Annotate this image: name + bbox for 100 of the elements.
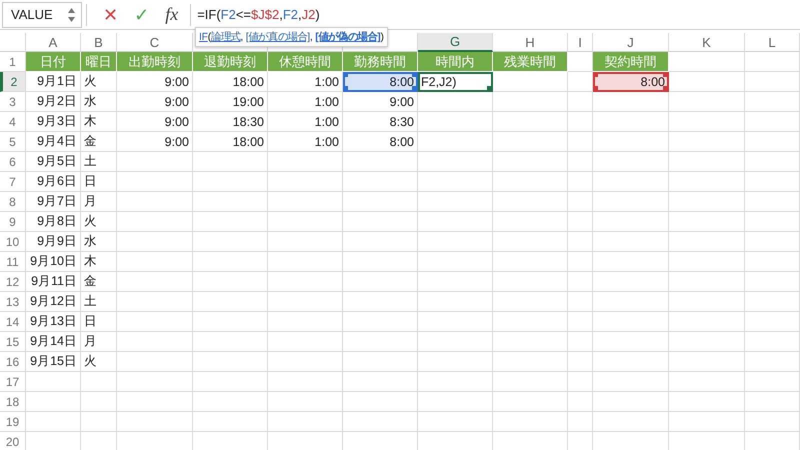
empty-cell[interactable] bbox=[418, 192, 493, 212]
empty-cell[interactable] bbox=[745, 252, 800, 272]
empty-cell[interactable] bbox=[81, 372, 117, 392]
empty-cell[interactable] bbox=[669, 312, 745, 332]
table-cell[interactable]: 9月13日 bbox=[26, 312, 81, 332]
empty-cell[interactable] bbox=[593, 132, 669, 152]
row-header[interactable]: 14 bbox=[0, 312, 26, 332]
empty-cell[interactable] bbox=[26, 372, 81, 392]
table-cell[interactable]: 1:00 bbox=[268, 112, 343, 132]
column-header[interactable]: G bbox=[418, 33, 493, 52]
empty-cell[interactable] bbox=[117, 372, 193, 392]
table-cell[interactable]: F2,J2) bbox=[418, 72, 493, 92]
table-cell[interactable]: 9月8日 bbox=[26, 212, 81, 232]
empty-cell[interactable] bbox=[745, 212, 800, 232]
empty-cell[interactable] bbox=[81, 412, 117, 432]
empty-cell[interactable] bbox=[745, 232, 800, 252]
table-cell[interactable]: 木 bbox=[81, 112, 117, 132]
empty-cell[interactable] bbox=[117, 232, 193, 252]
empty-cell[interactable] bbox=[193, 272, 268, 292]
empty-cell[interactable] bbox=[593, 312, 669, 332]
table-cell[interactable]: 9月4日 bbox=[26, 132, 81, 152]
empty-cell[interactable] bbox=[343, 312, 418, 332]
empty-cell[interactable] bbox=[745, 132, 800, 152]
empty-cell[interactable] bbox=[117, 252, 193, 272]
row-header[interactable]: 9 bbox=[0, 212, 26, 232]
table-cell[interactable]: 8:30 bbox=[343, 112, 418, 132]
row-header[interactable]: 11 bbox=[0, 252, 26, 272]
empty-cell[interactable] bbox=[268, 232, 343, 252]
empty-cell[interactable] bbox=[669, 272, 745, 292]
column-header[interactable]: K bbox=[669, 33, 745, 52]
empty-cell[interactable] bbox=[669, 132, 745, 152]
empty-cell[interactable] bbox=[669, 212, 745, 232]
empty-cell[interactable] bbox=[593, 372, 669, 392]
empty-cell[interactable] bbox=[493, 252, 568, 272]
empty-cell[interactable] bbox=[343, 412, 418, 432]
empty-cell[interactable] bbox=[418, 252, 493, 272]
empty-cell[interactable] bbox=[568, 312, 593, 332]
table-cell[interactable]: 9月14日 bbox=[26, 332, 81, 352]
empty-cell[interactable] bbox=[343, 352, 418, 372]
empty-cell[interactable] bbox=[493, 232, 568, 252]
empty-cell[interactable] bbox=[81, 392, 117, 412]
empty-cell[interactable] bbox=[669, 332, 745, 352]
empty-cell[interactable] bbox=[268, 392, 343, 412]
empty-cell[interactable] bbox=[193, 192, 268, 212]
empty-cell[interactable] bbox=[418, 152, 493, 172]
column-header[interactable]: A bbox=[26, 33, 81, 52]
empty-cell[interactable] bbox=[745, 152, 800, 172]
empty-cell[interactable] bbox=[343, 152, 418, 172]
column-header[interactable]: B bbox=[81, 33, 117, 52]
empty-cell[interactable] bbox=[493, 392, 568, 412]
empty-cell[interactable] bbox=[493, 92, 568, 112]
empty-cell[interactable] bbox=[117, 212, 193, 232]
empty-cell[interactable] bbox=[117, 272, 193, 292]
stepper-icon[interactable] bbox=[68, 8, 75, 22]
empty-cell[interactable] bbox=[26, 412, 81, 432]
table-cell[interactable]: 9月1日 bbox=[26, 72, 81, 92]
empty-cell[interactable] bbox=[268, 152, 343, 172]
empty-cell[interactable] bbox=[593, 252, 669, 272]
table-cell[interactable]: 月 bbox=[81, 192, 117, 212]
row-header[interactable]: 19 bbox=[0, 412, 26, 432]
table-cell[interactable]: 9月11日 bbox=[26, 272, 81, 292]
empty-cell[interactable] bbox=[669, 352, 745, 372]
table-cell[interactable]: 9月15日 bbox=[26, 352, 81, 372]
empty-cell[interactable] bbox=[593, 332, 669, 352]
empty-cell[interactable] bbox=[193, 392, 268, 412]
empty-cell[interactable] bbox=[493, 132, 568, 152]
empty-cell[interactable] bbox=[493, 352, 568, 372]
formula-input[interactable]: =IF(F2<=$J$2,F2,J2) bbox=[197, 7, 320, 22]
table-cell[interactable]: 18:00 bbox=[193, 132, 268, 152]
empty-cell[interactable] bbox=[117, 392, 193, 412]
empty-cell[interactable] bbox=[493, 412, 568, 432]
empty-cell[interactable] bbox=[593, 232, 669, 252]
empty-cell[interactable] bbox=[268, 272, 343, 292]
empty-cell[interactable] bbox=[593, 212, 669, 232]
empty-cell[interactable] bbox=[117, 172, 193, 192]
empty-cell[interactable] bbox=[593, 192, 669, 212]
table-cell[interactable]: 日 bbox=[81, 312, 117, 332]
table-cell[interactable]: 9月10日 bbox=[26, 252, 81, 272]
empty-cell[interactable] bbox=[745, 172, 800, 192]
table-cell[interactable]: 9:00 bbox=[117, 112, 193, 132]
row-header[interactable]: 12 bbox=[0, 272, 26, 292]
empty-cell[interactable] bbox=[745, 312, 800, 332]
empty-cell[interactable] bbox=[193, 252, 268, 272]
empty-cell[interactable] bbox=[568, 232, 593, 252]
empty-cell[interactable] bbox=[745, 192, 800, 212]
row-header[interactable]: 13 bbox=[0, 292, 26, 312]
empty-cell[interactable] bbox=[117, 292, 193, 312]
table-cell[interactable]: 9月2日 bbox=[26, 92, 81, 112]
empty-cell[interactable] bbox=[343, 392, 418, 412]
empty-cell[interactable] bbox=[568, 132, 593, 152]
empty-cell[interactable] bbox=[343, 372, 418, 392]
table-cell[interactable]: 1:00 bbox=[268, 132, 343, 152]
table-cell[interactable]: 9月6日 bbox=[26, 172, 81, 192]
empty-cell[interactable] bbox=[193, 412, 268, 432]
table-cell[interactable]: 9:00 bbox=[343, 92, 418, 112]
empty-cell[interactable] bbox=[493, 72, 568, 92]
row-header[interactable]: 18 bbox=[0, 392, 26, 412]
empty-cell[interactable] bbox=[418, 312, 493, 332]
empty-cell[interactable] bbox=[745, 112, 800, 132]
empty-cell[interactable] bbox=[193, 152, 268, 172]
